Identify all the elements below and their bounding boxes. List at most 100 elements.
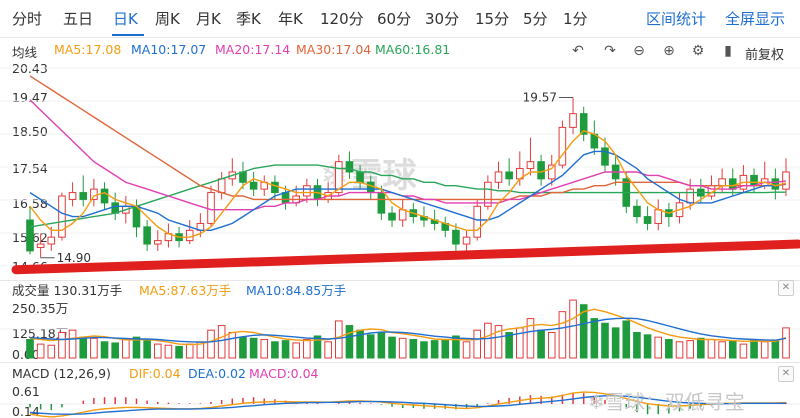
- volume-bar: [686, 340, 694, 359]
- indicator-icon[interactable]: ▮: [719, 42, 737, 60]
- tab-weekly-k[interactable]: 周K: [155, 8, 180, 29]
- candle-body: [601, 147, 609, 166]
- volume-bar: [175, 345, 183, 359]
- volume-bar: [569, 299, 577, 359]
- high-annotation-label: 19.57: [523, 91, 557, 105]
- tab-30min[interactable]: 30分: [425, 8, 459, 29]
- tab-yearly-k[interactable]: 年K: [278, 8, 303, 29]
- volume-bar: [441, 338, 450, 359]
- redo-icon[interactable]: ↷: [601, 42, 619, 60]
- candle-body: [47, 236, 56, 245]
- volume-bar: [122, 338, 130, 359]
- candle-body: [388, 212, 396, 221]
- volume-bar: [111, 342, 119, 359]
- price-chart[interactable]: 19.57 14.90: [0, 60, 800, 280]
- volume-bar: [782, 327, 790, 359]
- volume-bar: [334, 320, 343, 359]
- candle-body: [526, 161, 535, 170]
- volume-bar: [260, 338, 269, 359]
- ma-legend: 均线 MA5:17.08 MA10:17.07 MA20:17.14 MA30:…: [0, 42, 580, 60]
- volume-bar: [345, 325, 354, 359]
- volume-bar: [324, 341, 332, 359]
- watermark-logo-icon: ❄: [588, 390, 605, 414]
- candle-body: [462, 236, 471, 245]
- volume-bar: [100, 341, 109, 359]
- volume-bar: [633, 332, 641, 359]
- candle-body: [473, 205, 482, 238]
- volume-legend: 成交量 130.31万手 MA5:87.63万手 MA10:84.85万手: [0, 280, 420, 298]
- candle-body: [36, 243, 45, 248]
- tabs-divider: [0, 37, 800, 38]
- candle-body: [718, 178, 726, 187]
- candle-body: [90, 188, 98, 200]
- volume-bar: [590, 318, 599, 359]
- volume-bar: [643, 334, 652, 359]
- tab-daily-k[interactable]: 日K: [113, 8, 138, 29]
- candle-body: [537, 161, 545, 180]
- tab-quarterly-k[interactable]: 季K: [236, 8, 261, 29]
- volume-bar: [537, 329, 545, 359]
- volume-close-button[interactable]: ✕: [778, 280, 794, 296]
- tab-5min[interactable]: 5分: [523, 8, 548, 29]
- volume-bar: [281, 340, 290, 359]
- ma5-value: MA5:17.08: [54, 42, 122, 57]
- tab-intraday[interactable]: 分时: [12, 8, 42, 29]
- macd-value: MACD:0.04: [249, 366, 319, 381]
- volume-bar: [750, 338, 758, 359]
- volume-bar: [760, 341, 769, 359]
- volume-bar: [249, 337, 258, 359]
- volume-bar: [271, 341, 279, 359]
- candle-body: [377, 192, 386, 214]
- volume-bar: [303, 338, 311, 359]
- volume-bar: [430, 340, 439, 359]
- candle-body: [547, 164, 556, 180]
- range-stats-button[interactable]: 区间统计: [646, 8, 706, 29]
- undo-icon[interactable]: ↶: [569, 42, 587, 60]
- candle-body: [143, 226, 151, 245]
- volume-bar: [388, 336, 396, 359]
- volume-bar: [611, 327, 620, 359]
- candle-body: [452, 229, 460, 245]
- volume-bar: [36, 343, 45, 359]
- tab-15min[interactable]: 15分: [475, 8, 509, 29]
- volume-chart[interactable]: [0, 296, 800, 362]
- low-annotation-label: 14.90: [57, 251, 91, 265]
- candle-body: [686, 188, 694, 204]
- candle-body: [654, 209, 663, 224]
- candle-body: [185, 229, 194, 242]
- volume-bar: [473, 329, 482, 359]
- volume-ma10-line: [29, 317, 787, 343]
- ma30-line: [29, 75, 787, 201]
- volume-bar: [79, 336, 88, 359]
- candle-body: [153, 240, 162, 245]
- ma30-value: MA30:17.04: [296, 42, 372, 57]
- fullscreen-button[interactable]: 全屏显示: [725, 8, 785, 29]
- tab-1min[interactable]: 1分: [563, 8, 588, 29]
- tab-120min[interactable]: 120分: [320, 8, 364, 29]
- watermark-bottom-right: ❄雪球：双低寻宝: [588, 390, 745, 414]
- volume-bar: [547, 332, 556, 359]
- ma5-line: [29, 130, 787, 238]
- zoom-in-icon[interactable]: ⊕: [660, 42, 678, 60]
- volume-bar: [462, 341, 471, 359]
- macd-close-button[interactable]: ✕: [778, 366, 794, 382]
- candle-body: [303, 185, 311, 197]
- candle-body: [505, 171, 513, 180]
- volume-bar: [26, 338, 34, 359]
- volume-bar: [58, 332, 66, 359]
- zoom-out-icon[interactable]: ⊖: [630, 42, 648, 60]
- volume-bar: [143, 340, 151, 359]
- candle-body: [345, 161, 354, 173]
- tab-60min[interactable]: 60分: [377, 8, 411, 29]
- candle-body: [207, 192, 215, 224]
- candle-body: [558, 126, 567, 166]
- tab-monthly-k[interactable]: 月K: [196, 8, 221, 29]
- volume-bar: [771, 340, 780, 359]
- candle-body: [728, 178, 737, 190]
- volume-bar: [728, 340, 737, 359]
- settings-icon[interactable]: ⚙: [689, 42, 707, 60]
- volume-bar: [68, 329, 77, 359]
- candle-body: [26, 219, 34, 252]
- volume-bar: [484, 322, 492, 359]
- tab-five-day[interactable]: 五日: [63, 8, 93, 29]
